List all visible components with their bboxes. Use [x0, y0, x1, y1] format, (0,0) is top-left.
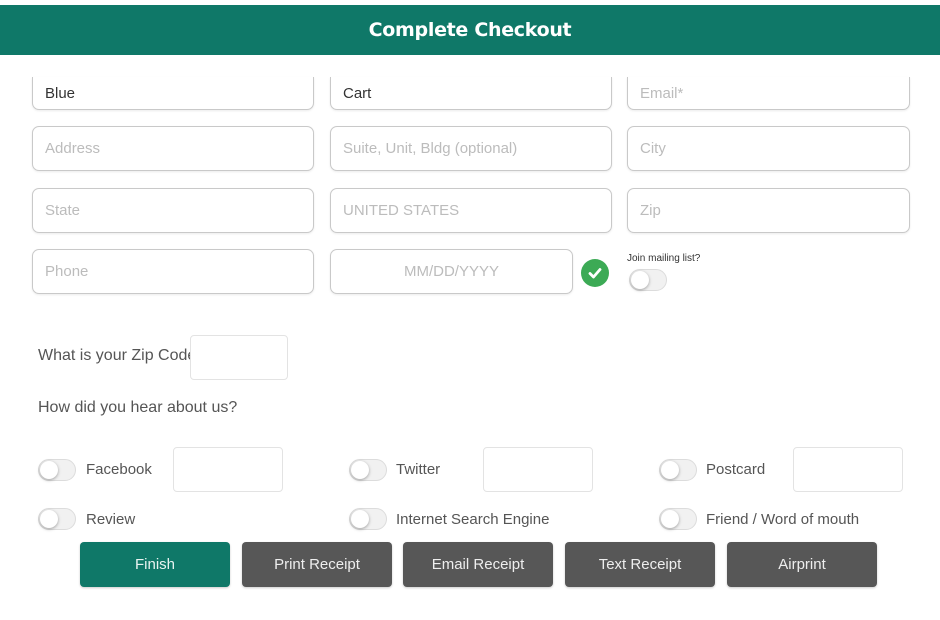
email-receipt-button[interactable]: Email Receipt [403, 542, 553, 587]
review-label: Review [86, 511, 136, 528]
address-field[interactable] [32, 126, 314, 171]
review-toggle[interactable] [38, 508, 76, 530]
check-icon [581, 259, 609, 287]
airprint-button[interactable]: Airprint [727, 542, 877, 587]
phone-field[interactable] [32, 249, 314, 294]
facebook-detail-input[interactable] [173, 447, 283, 492]
friend-toggle[interactable] [659, 508, 697, 530]
finish-button[interactable]: Finish [80, 542, 230, 587]
email-field[interactable] [627, 77, 910, 110]
friend-label: Friend / Word of mouth [706, 511, 860, 528]
print-receipt-button[interactable]: Print Receipt [242, 542, 392, 587]
country-field[interactable] [330, 188, 612, 233]
zip-field[interactable] [627, 188, 910, 233]
facebook-label: Facebook [86, 461, 152, 478]
internet-search-toggle[interactable] [349, 508, 387, 530]
referral-question-label: How did you hear about us? [38, 399, 238, 416]
birthdate-field[interactable] [330, 249, 573, 294]
twitter-toggle[interactable] [349, 459, 387, 481]
postcard-toggle[interactable] [659, 459, 697, 481]
postcard-detail-input[interactable] [793, 447, 903, 492]
zip-code-answer-input[interactable] [190, 335, 288, 380]
last-name-field[interactable] [330, 77, 612, 110]
page-title: Complete Checkout [368, 19, 572, 41]
postcard-label: Postcard [706, 461, 766, 478]
twitter-detail-input[interactable] [483, 447, 593, 492]
facebook-toggle[interactable] [38, 459, 76, 481]
state-field[interactable] [32, 188, 314, 233]
zip-question-label: What is your Zip Code? [38, 347, 206, 364]
suite-field[interactable] [330, 126, 612, 171]
checkout-header: Complete Checkout [0, 5, 940, 55]
first-name-field[interactable] [32, 77, 314, 110]
text-receipt-button[interactable]: Text Receipt [565, 542, 715, 587]
mailing-list-label: Join mailing list? [627, 253, 701, 264]
city-field[interactable] [627, 126, 910, 171]
mailing-list-toggle[interactable] [629, 269, 667, 291]
internet-search-label: Internet Search Engine [396, 511, 550, 528]
twitter-label: Twitter [396, 461, 441, 478]
